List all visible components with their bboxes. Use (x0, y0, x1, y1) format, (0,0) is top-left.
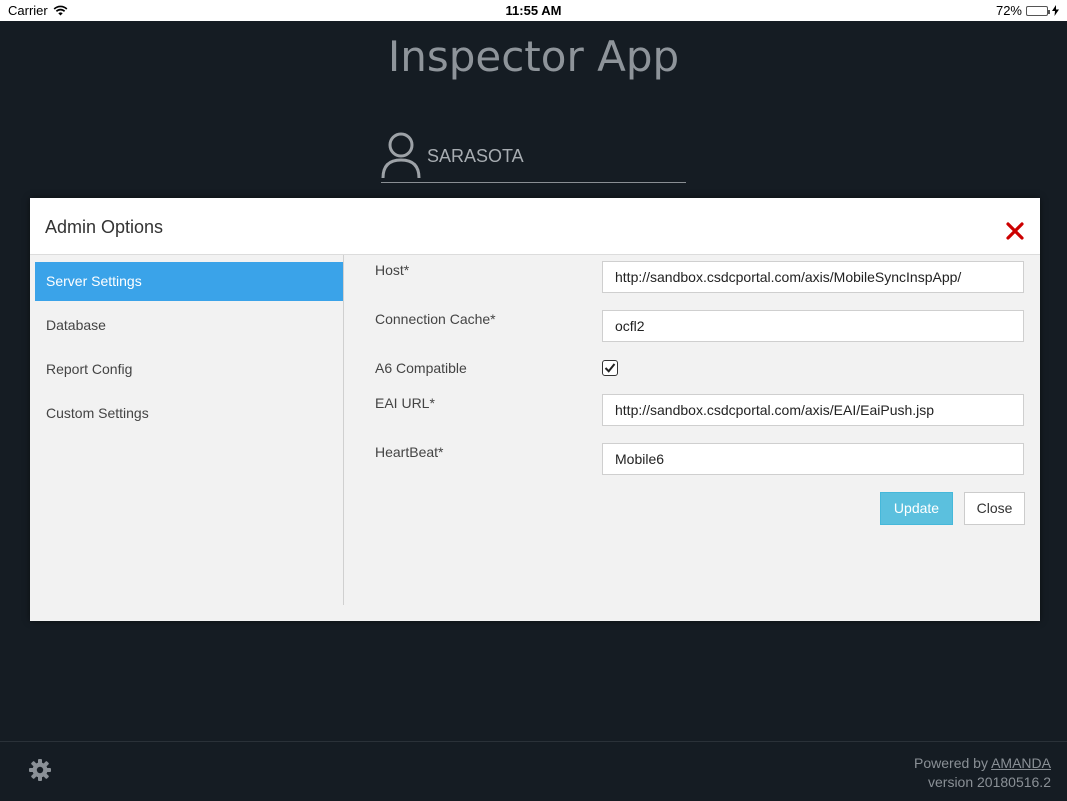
heartbeat-label: HeartBeat* (375, 444, 444, 460)
host-input[interactable] (602, 261, 1024, 293)
version-text: version 20180516.2 (928, 774, 1051, 790)
sidebar-item-database[interactable]: Database (35, 306, 343, 345)
battery-percent: 72% (995, 3, 1022, 18)
app-title: Inspector App (387, 32, 680, 81)
amanda-link[interactable]: AMANDA (991, 755, 1051, 771)
dialog-title: Admin Options (45, 217, 164, 237)
battery-tip (1048, 9, 1050, 14)
sidebar-item-server-settings[interactable]: Server Settings (35, 262, 343, 301)
heartbeat-input[interactable] (602, 443, 1024, 475)
footer: Powered by AMANDA version 20180516.2 (0, 741, 1067, 801)
status-right: 72% (996, 3, 1059, 18)
close-button[interactable]: Close (964, 492, 1025, 525)
eai-url-label: EAI URL* (375, 395, 435, 411)
sidebar-item-custom-settings[interactable]: Custom Settings (35, 394, 343, 433)
admin-options-dialog: Admin Options Server Settings Database R… (30, 198, 1040, 621)
connection-cache-label: Connection Cache* (375, 311, 496, 327)
battery-icon (1026, 5, 1050, 16)
username-value: SARASOTA (427, 146, 524, 166)
gear-icon[interactable] (29, 759, 51, 781)
close-icon[interactable] (1004, 220, 1026, 242)
sidebar-item-report-config[interactable]: Report Config (35, 350, 343, 389)
host-label: Host* (375, 262, 410, 278)
username-field[interactable]: SARASOTA (381, 128, 686, 183)
user-icon (381, 132, 421, 179)
powered-by-block: Powered by AMANDA version 20180516.2 (914, 754, 1051, 792)
eai-url-input[interactable] (602, 394, 1024, 426)
status-bar: Carrier 11:55 AM 72% (0, 0, 1067, 21)
powered-by-text: Powered by (914, 755, 988, 771)
checkmark-icon (604, 363, 616, 373)
powered-by-line: Powered by AMANDA (914, 754, 1051, 773)
charging-icon (1052, 5, 1059, 16)
a6-compatible-label: A6 Compatible (375, 360, 467, 376)
update-button[interactable]: Update (880, 492, 953, 525)
dialog-header: Admin Options (30, 198, 1040, 255)
status-time: 11:55 AM (505, 3, 562, 18)
a6-compatible-checkbox[interactable] (602, 360, 618, 376)
settings-sidebar: Server Settings Database Report Config C… (30, 255, 344, 605)
connection-cache-input[interactable] (602, 310, 1024, 342)
